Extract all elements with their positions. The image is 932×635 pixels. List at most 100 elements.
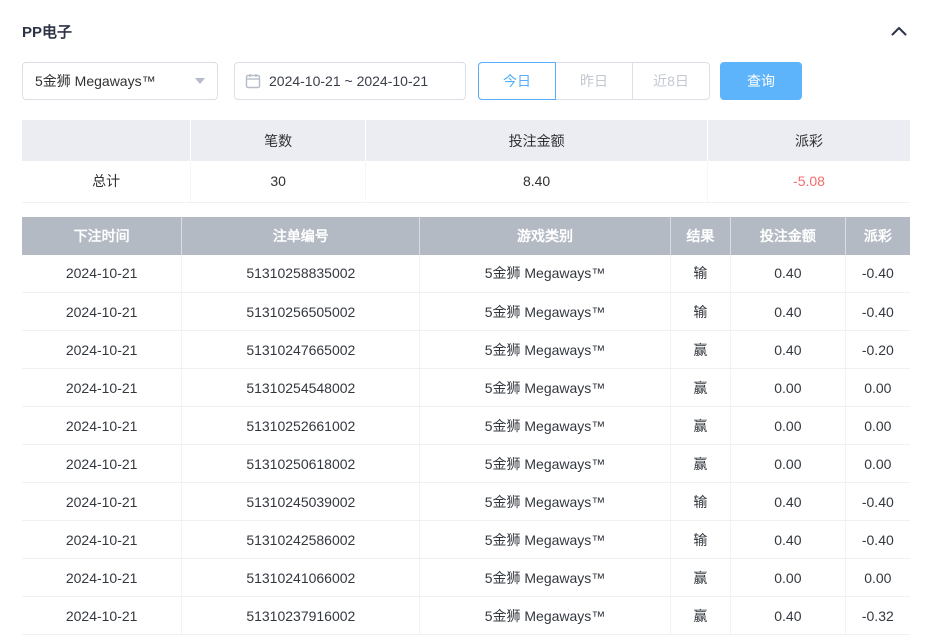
cell-result: 输 [670,521,730,559]
cell-bet-amount: 0.00 [731,559,846,597]
cell-game: 5金狮 Megaways™ [420,483,670,521]
cell-order-id: 51310245039002 [182,483,420,521]
header-bet-amount: 投注金额 [731,217,846,255]
cell-bet-amount: 0.40 [731,521,846,559]
cell-order-id: 51310258835002 [182,255,420,293]
today-button[interactable]: 今日 [478,62,556,100]
summary-total-count: 30 [191,161,366,202]
cell-payout: -0.20 [845,331,910,369]
cell-time: 2024-10-21 [22,445,182,483]
cell-payout: 0.00 [845,559,910,597]
cell-payout: 0.00 [845,407,910,445]
cell-result: 输 [670,255,730,293]
yesterday-button[interactable]: 昨日 [555,62,633,100]
date-range-value: 2024-10-21 ~ 2024-10-21 [269,73,428,89]
date-range-input[interactable]: 2024-10-21 ~ 2024-10-21 [234,62,466,100]
panel-header: PP电子 [22,16,910,46]
bet-table-header-row: 下注时间 注单编号 游戏类别 结果 投注金额 派彩 [22,217,910,255]
summary-header-blank [22,120,191,161]
cell-time: 2024-10-21 [22,293,182,331]
chevron-up-icon [891,26,907,36]
cell-bet-amount: 0.40 [731,597,846,635]
table-row: 2024-10-21513102526610025金狮 Megaways™赢0.… [22,407,910,445]
collapse-button[interactable] [888,20,910,42]
table-row: 2024-10-21513102565050025金狮 Megaways™输0.… [22,293,910,331]
cell-game: 5金狮 Megaways™ [420,331,670,369]
table-row: 2024-10-21513102588350025金狮 Megaways™输0.… [22,255,910,293]
cell-time: 2024-10-21 [22,255,182,293]
cell-order-id: 51310241066002 [182,559,420,597]
cell-game: 5金狮 Megaways™ [420,597,670,635]
cell-time: 2024-10-21 [22,331,182,369]
cell-bet-amount: 0.40 [731,483,846,521]
cell-time: 2024-10-21 [22,597,182,635]
cell-time: 2024-10-21 [22,483,182,521]
table-row: 2024-10-21513102379160025金狮 Megaways™赢0.… [22,597,910,635]
cell-game: 5金狮 Megaways™ [420,369,670,407]
cell-payout: -0.40 [845,483,910,521]
summary-header-row: 笔数 投注金额 派彩 [22,120,910,161]
game-select[interactable]: 5金狮 Megaways™ [22,62,218,100]
cell-game: 5金狮 Megaways™ [420,559,670,597]
bet-records-table: 下注时间 注单编号 游戏类别 结果 投注金额 派彩 2024-10-215131… [22,217,910,635]
cell-result: 赢 [670,369,730,407]
cell-game: 5金狮 Megaways™ [420,255,670,293]
table-row: 2024-10-21513102476650025金狮 Megaways™赢0.… [22,331,910,369]
cell-game: 5金狮 Megaways™ [420,445,670,483]
cell-result: 赢 [670,597,730,635]
chevron-down-icon [195,78,205,84]
cell-game: 5金狮 Megaways™ [420,407,670,445]
cell-order-id: 51310254548002 [182,369,420,407]
cell-bet-amount: 0.40 [731,331,846,369]
cell-bet-amount: 0.40 [731,293,846,331]
table-row: 2024-10-21513102545480025金狮 Megaways™赢 0.… [22,369,910,407]
cell-time: 2024-10-21 [22,369,182,407]
cell-payout: -0.40 [845,521,910,559]
summary-total-payout: -5.08 [708,161,910,202]
cell-result: 输 [670,483,730,521]
cell-bet-amount: 0.00 [731,407,846,445]
search-button[interactable]: 查询 [720,62,802,100]
summary-total-row: 总计 30 8.40 -5.08 [22,161,910,202]
filter-bar: 5金狮 Megaways™ 2024-10-21 ~ 2024-10-21 今日… [22,62,910,100]
cell-payout: -0.40 [845,293,910,331]
summary-header-bet-amount: 投注金额 [366,120,708,161]
cell-payout: -0.32 [845,597,910,635]
cell-result: 输 [670,293,730,331]
cell-time: 2024-10-21 [22,521,182,559]
header-payout: 派彩 [845,217,910,255]
cell-order-id: 51310237916002 [182,597,420,635]
date-quick-buttons: 今日 昨日 近8日 [478,62,710,100]
pp-electronic-panel: PP电子 5金狮 Megaways™ 2024-10-21 ~ 2024-10-… [0,0,932,635]
cell-result: 赢 [670,559,730,597]
table-row: 2024-10-21513102506180025金狮 Megaways™赢0.… [22,445,910,483]
last-8-days-button[interactable]: 近8日 [632,62,710,100]
panel-title: PP电子 [22,21,72,42]
game-select-value: 5金狮 Megaways™ [35,71,156,91]
header-bet-time: 下注时间 [22,217,182,255]
summary-header-count: 笔数 [191,120,366,161]
cell-order-id: 51310250618002 [182,445,420,483]
summary-table: 笔数 投注金额 派彩 总计 30 8.40 -5.08 [22,120,910,203]
cell-order-id: 51310242586002 [182,521,420,559]
cell-time: 2024-10-21 [22,559,182,597]
cell-bet-amount: 0.40 [731,255,846,293]
cell-result: 赢 [670,331,730,369]
cell-order-id: 51310247665002 [182,331,420,369]
summary-total-bet-amount: 8.40 [366,161,708,202]
bet-table-body: 2024-10-21513102588350025金狮 Megaways™输0.… [22,255,910,635]
cell-game: 5金狮 Megaways™ [420,293,670,331]
cell-result: 赢 [670,445,730,483]
summary-header-payout: 派彩 [708,120,910,161]
table-row: 2024-10-21513102410660025金狮 Megaways™赢0.… [22,559,910,597]
cell-payout: 0.00 [845,369,910,407]
cell-result: 赢 [670,407,730,445]
cell-payout: -0.40 [845,255,910,293]
table-row: 2024-10-21513102425860025金狮 Megaways™输0.… [22,521,910,559]
table-row: 2024-10-21513102450390025金狮 Megaways™输0.… [22,483,910,521]
header-game-type: 游戏类别 [420,217,670,255]
header-order-id: 注单编号 [182,217,420,255]
cell-time: 2024-10-21 [22,407,182,445]
header-result: 结果 [670,217,730,255]
cell-game: 5金狮 Megaways™ [420,521,670,559]
